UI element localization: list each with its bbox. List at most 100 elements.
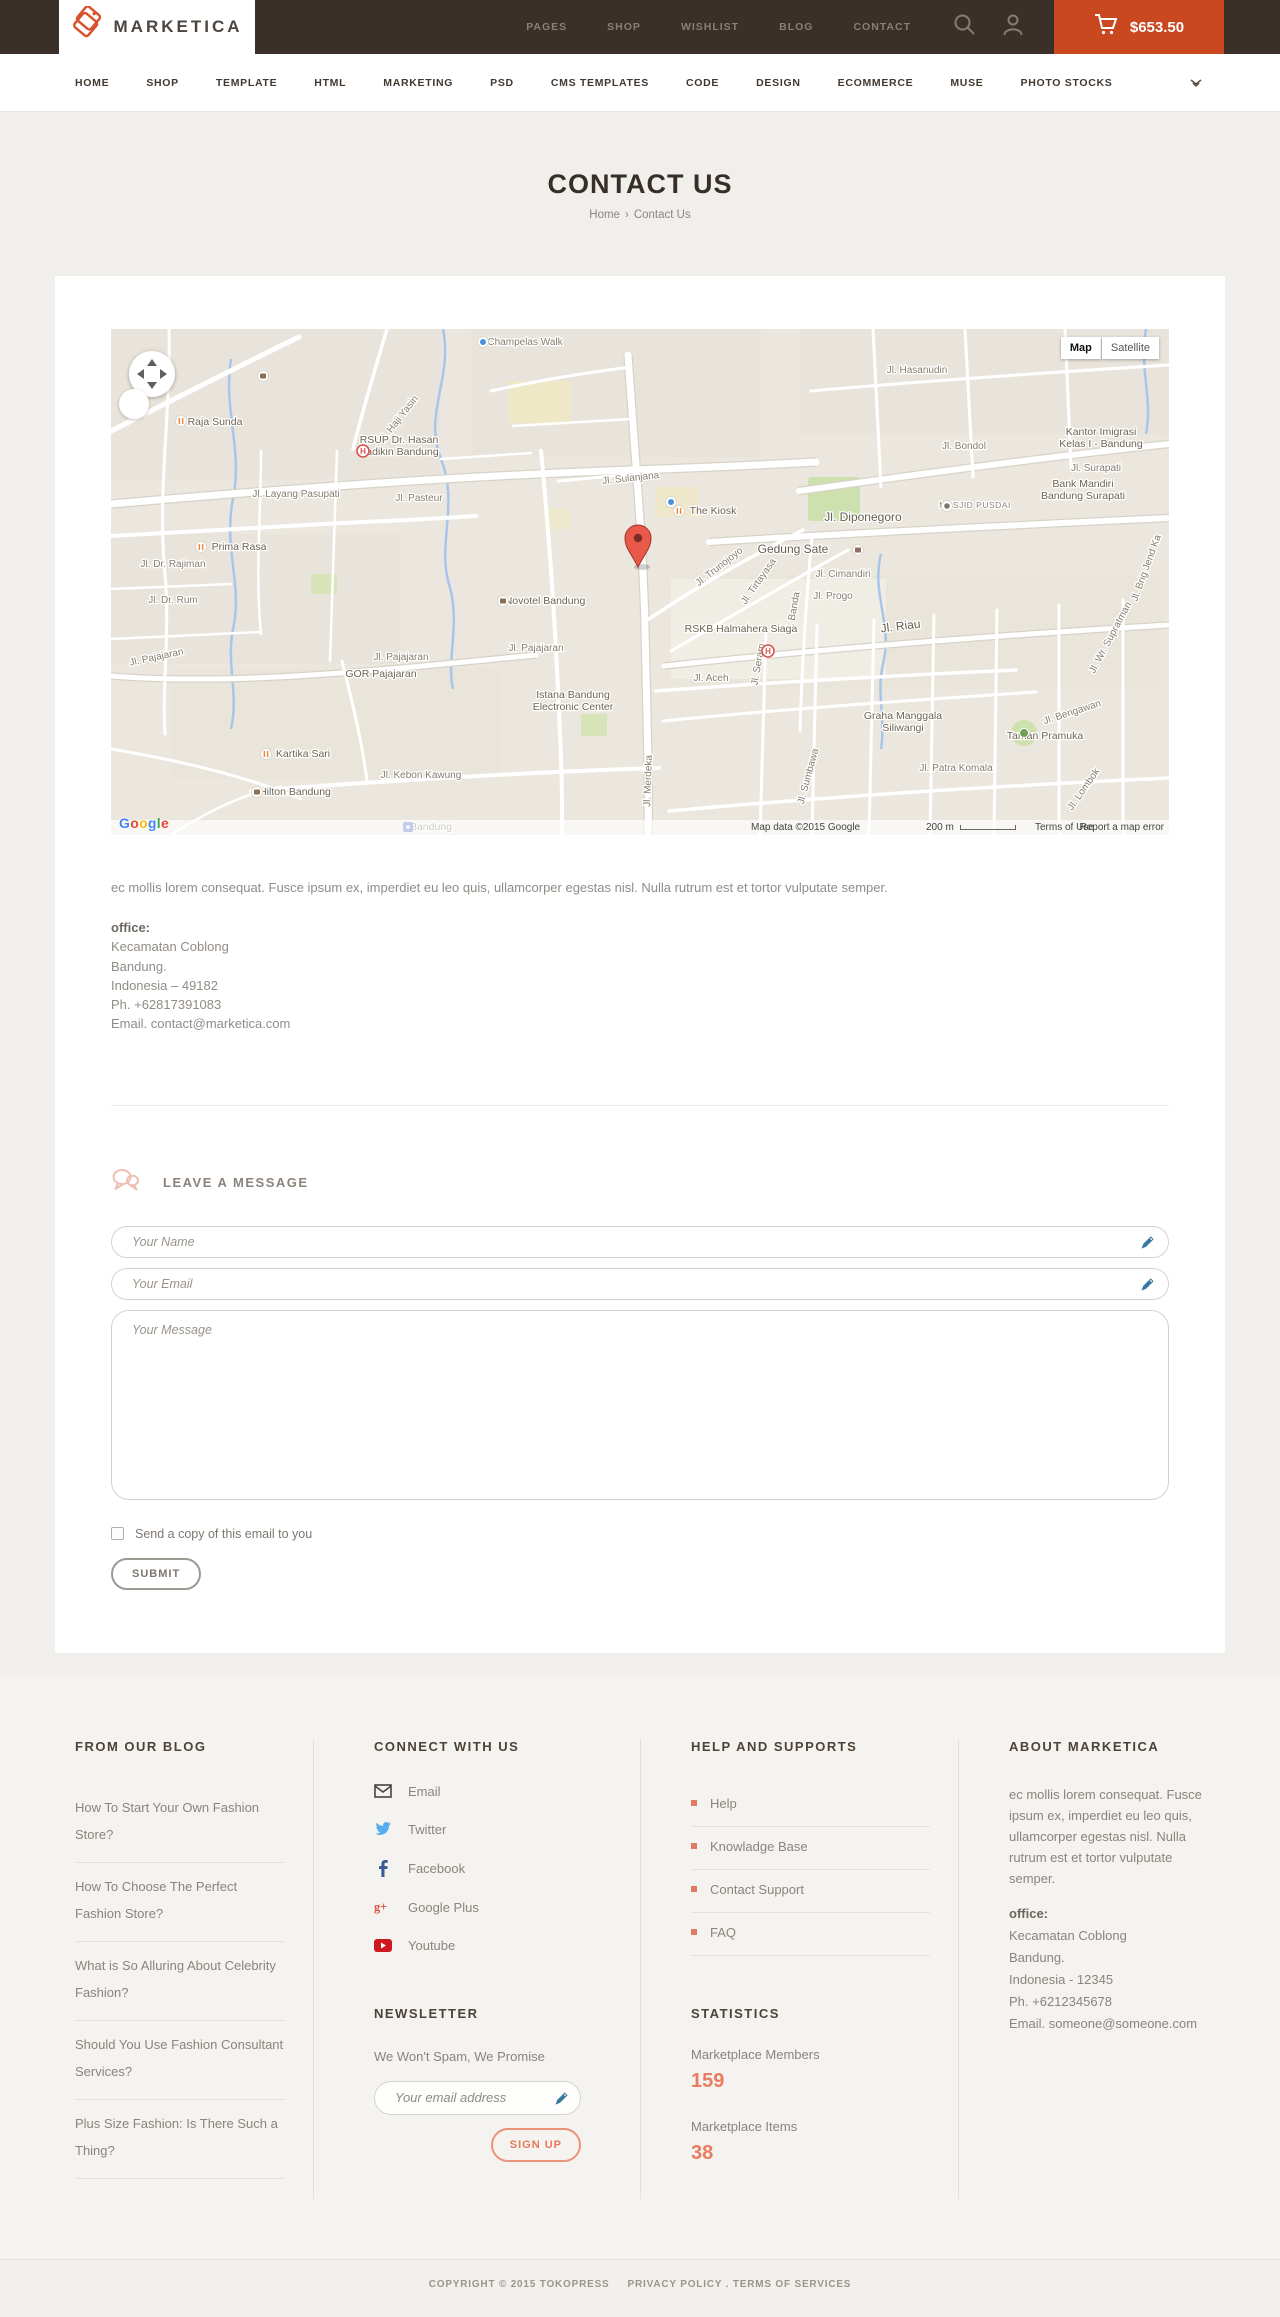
office-line: Indonesia – 49182 <box>111 977 218 993</box>
newsletter-tagline: We Won't Spam, We Promise <box>374 2048 545 2064</box>
category-nav-item[interactable]: CODE <box>686 77 719 89</box>
social-link-label: Email <box>408 1783 441 1799</box>
help-link-label: Knowladge Base <box>710 1838 808 1854</box>
map-label: Novotel Bandung <box>505 595 586 607</box>
footer-blog-link[interactable]: How To Start Your Own Fashion Store? <box>75 1784 285 1863</box>
map-label: Jl. Layang Pasupati <box>252 489 339 500</box>
newsletter-email-input[interactable] <box>374 2080 581 2115</box>
content-card: Champelas Walk Jl. Hasanudin Raja Sunda Jl.… <box>55 276 1225 1653</box>
breadcrumb-home[interactable]: Home <box>589 209 620 221</box>
cart-button[interactable]: $653.50 <box>1054 0 1224 54</box>
send-copy-checkbox[interactable] <box>111 1527 124 1541</box>
submit-button[interactable]: SUBMIT <box>111 1557 202 1590</box>
category-nav-item[interactable]: TEMPLATE <box>216 77 277 89</box>
logo[interactable]: MARKETICA <box>59 0 255 54</box>
message-textarea[interactable] <box>111 1309 1169 1500</box>
category-nav-item[interactable]: MARKETING <box>383 77 453 89</box>
user-icon[interactable] <box>1002 13 1024 41</box>
top-nav-item[interactable]: PAGES <box>526 21 567 33</box>
social-link-email[interactable]: Email <box>374 1784 612 1799</box>
category-nav-item[interactable]: PSD <box>490 77 514 89</box>
footer-legal-link[interactable]: PRIVACY POLICY <box>628 2279 723 2290</box>
map-label: Prima Rasa <box>212 541 267 553</box>
satellite-view-button[interactable]: Satellite <box>1101 337 1159 359</box>
category-nav-item[interactable]: DESIGN <box>756 77 800 89</box>
signup-button[interactable]: SIGN UP <box>490 2127 581 2162</box>
social-link-google-plus[interactable]: g+ Google Plus <box>374 1900 612 1915</box>
map-zoom-control[interactable] <box>119 389 149 419</box>
top-nav-item[interactable]: CONTACT <box>853 21 911 33</box>
map-label: Jl. Progo <box>813 591 853 602</box>
social-link-label: Google Plus <box>408 1899 479 1915</box>
category-nav-item[interactable]: PHOTO STOCKS <box>1020 77 1112 89</box>
map-label: Jl. Merdeka <box>642 754 655 806</box>
footer-blog-link[interactable]: Should You Use Fashion Consultant Servic… <box>75 2021 285 2100</box>
social-link-facebook[interactable]: Facebook <box>374 1859 612 1877</box>
category-nav-item[interactable]: MUSE <box>950 77 983 89</box>
google-map[interactable]: Champelas Walk Jl. Hasanudin Raja Sunda Jl.… <box>111 329 1169 835</box>
leave-message-section: LEAVE A MESSAGE Send a copy of this emai… <box>111 1106 1169 1653</box>
report-map-error-link[interactable]: Report a map error <box>1080 822 1164 833</box>
footer-blog-link[interactable]: What is So Alluring About Celebrity Fash… <box>75 1942 285 2021</box>
stat-value: 38 <box>691 2141 714 2164</box>
top-nav-item[interactable]: BLOG <box>779 21 813 33</box>
cart-total: $653.50 <box>1129 18 1185 36</box>
office-line: Bandung. <box>1009 1949 1065 1965</box>
breadcrumb-separator: › <box>624 209 629 221</box>
send-copy-checkbox-row[interactable]: Send a copy of this email to you <box>111 1527 1169 1541</box>
map-label: Taman Pramuka <box>1007 730 1084 742</box>
map-label: Kantor Imigrasi <box>1066 426 1137 438</box>
bullet-icon <box>691 1843 697 1850</box>
category-nav-item[interactable]: HTML <box>314 77 346 89</box>
blog-heading: FROM OUR BLOG <box>75 1738 207 1754</box>
top-nav-item[interactable]: WISHLIST <box>681 21 739 33</box>
copyright-separator: . <box>722 2278 733 2290</box>
category-nav-item[interactable]: CMS TEMPLATES <box>551 77 649 89</box>
map-label: Jl. Aceh <box>693 673 728 684</box>
search-icon[interactable] <box>953 13 976 41</box>
footer-blog-column: FROM OUR BLOG How To Start Your Own Fash… <box>55 1739 313 2199</box>
park-icon <box>1019 728 1029 738</box>
footer-help-link[interactable]: FAQ <box>691 1913 930 1956</box>
footer-blog-link[interactable]: Plus Size Fashion: Is There Such a Thing… <box>75 2100 285 2179</box>
help-link-label: Contact Support <box>710 1881 804 1897</box>
svg-text:g+: g+ <box>374 1900 387 1914</box>
chevron-down-icon[interactable] <box>1190 78 1202 87</box>
social-link-label: Facebook <box>408 1860 466 1876</box>
copyright-text: COPYRIGHT © 2015 TOKOPRESS <box>428 2278 610 2290</box>
social-link-youtube[interactable]: Youtube <box>374 1938 612 1953</box>
map-label: Raja Sunda <box>188 416 243 428</box>
category-nav-item[interactable]: ECOMMERCE <box>838 77 914 89</box>
help-link-label: FAQ <box>710 1924 737 1940</box>
hotel-icon <box>497 595 509 607</box>
category-nav-item[interactable]: HOME <box>75 77 109 89</box>
bullet-icon <box>691 1800 697 1807</box>
top-nav-item[interactable]: SHOP <box>607 21 641 33</box>
museum-icon <box>852 544 864 556</box>
map-view-button[interactable]: Map <box>1060 337 1101 359</box>
footer-help-link[interactable]: Help <box>691 1784 930 1827</box>
copyright-bar: COPYRIGHT © 2015 TOKOPRESS PRIVACY POLICY… <box>0 2258 1280 2314</box>
office-line: Kecamatan Coblong <box>111 939 229 955</box>
email-input[interactable] <box>111 1267 1169 1300</box>
restaurant-icon <box>673 505 685 517</box>
youtube-icon <box>374 1938 392 1952</box>
map-label: Sadikin Bandung <box>359 446 439 458</box>
footer-help-link[interactable]: Knowladge Base <box>691 1827 930 1870</box>
name-input[interactable] <box>111 1225 1169 1258</box>
office-address: office: Kecamatan Coblong Bandung. Indones… <box>111 918 1169 1034</box>
category-nav-item[interactable]: SHOP <box>146 77 179 89</box>
contact-info-section: Champelas Walk Jl. Hasanudin Raja Sunda Jl.… <box>111 329 1169 1106</box>
map-label: GOR Pajajaran <box>345 668 416 680</box>
shopping-icon <box>477 336 489 348</box>
footer-blog-link[interactable]: How To Choose The Perfect Fashion Store? <box>75 1863 285 1942</box>
google-logo[interactable]: Google <box>119 815 169 831</box>
footer-legal-link[interactable]: TERMS OF SERVICES <box>733 2279 851 2290</box>
help-link-label: Help <box>710 1795 737 1811</box>
map-label: Jl. Pajajaran <box>373 652 428 663</box>
map-label: Jl. Pasteur <box>395 493 443 504</box>
hotel-icon <box>251 786 263 798</box>
map-label: Istana Bandung <box>536 689 610 701</box>
social-link-twitter[interactable]: Twitter <box>374 1822 612 1837</box>
footer-help-link[interactable]: Contact Support <box>691 1870 930 1913</box>
